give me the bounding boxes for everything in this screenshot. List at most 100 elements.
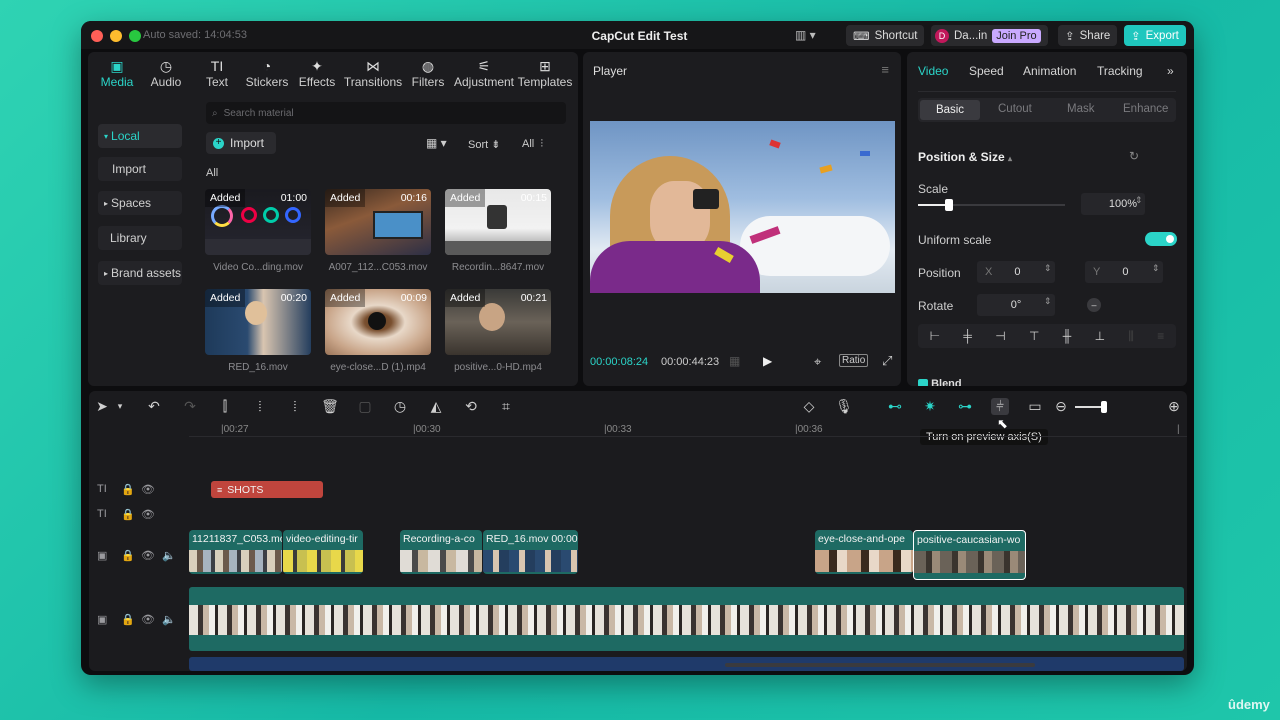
video-clip[interactable]: video-editing-tir: [283, 530, 363, 574]
chevrons-right-icon[interactable]: »: [1167, 64, 1174, 78]
subtab-mask[interactable]: Mask: [1067, 103, 1094, 115]
tab-transitions[interactable]: ⋈ Transitions: [342, 52, 404, 96]
align-center-h-icon[interactable]: ╪: [963, 329, 972, 343]
eye-icon[interactable]: 👁: [141, 483, 155, 496]
split-left-icon[interactable]: ⦙: [251, 398, 269, 415]
select-tool-icon[interactable]: ➤: [93, 398, 111, 415]
sidebar-item-library[interactable]: Library: [98, 226, 182, 250]
subtab-enhance[interactable]: Enhance: [1123, 103, 1168, 115]
main-track-magnet-icon[interactable]: ⊷: [886, 398, 904, 415]
tab-text[interactable]: TI Text: [192, 52, 242, 96]
sidebar-item-spaces[interactable]: ▸ Spaces: [98, 191, 182, 215]
filter-all-button[interactable]: All ⫶: [522, 138, 543, 151]
eye-icon[interactable]: 👁: [141, 613, 155, 626]
media-item[interactable]: Added 00:15: [445, 189, 551, 255]
lock-icon[interactable]: 🔒: [121, 483, 135, 496]
stepper-icon[interactable]: ⇕: [1152, 263, 1160, 274]
tab-animation[interactable]: Animation: [1023, 64, 1076, 78]
uniform-scale-toggle[interactable]: [1145, 232, 1177, 246]
microphone-icon[interactable]: 🎙: [835, 398, 853, 415]
grid-icon[interactable]: ▦: [729, 354, 740, 368]
share-button[interactable]: ⇪ Share: [1058, 25, 1118, 46]
media-item[interactable]: Added 01:00: [205, 189, 311, 255]
shortcut-button[interactable]: ⌨ Shortcut: [846, 25, 925, 46]
split-icon[interactable]: ⫿: [216, 398, 234, 415]
join-pro-badge[interactable]: Join Pro: [992, 28, 1041, 43]
zoom-out-icon[interactable]: ⊖: [1052, 398, 1070, 415]
preview-axis-icon[interactable]: ⫩: [991, 398, 1009, 415]
chevron-down-icon[interactable]: ▾: [111, 401, 129, 412]
reset-icon[interactable]: ↻: [1129, 149, 1139, 163]
video-clip[interactable]: eye-close-and-ope: [815, 530, 913, 574]
align-bottom-icon[interactable]: ⊥: [1095, 329, 1105, 343]
stepper-icon[interactable]: ⇕: [1135, 195, 1143, 206]
align-top-icon[interactable]: ⊤: [1029, 329, 1039, 343]
eye-icon[interactable]: 👁: [141, 549, 155, 562]
media-item[interactable]: Added 00:20: [205, 289, 311, 355]
subtab-basic[interactable]: Basic: [920, 100, 980, 120]
eye-icon[interactable]: 👁: [141, 508, 155, 521]
tab-filters[interactable]: ◍ Filters: [404, 52, 452, 96]
zoom-in-icon[interactable]: ⊕: [1165, 398, 1183, 415]
zoom-slider[interactable]: [1075, 401, 1107, 413]
import-button[interactable]: + Import: [206, 132, 276, 154]
keyframe-icon[interactable]: ◇: [800, 398, 818, 415]
zoom-slider-handle[interactable]: [1101, 401, 1107, 413]
distribute-v-icon[interactable]: ≡: [1157, 329, 1164, 343]
speed-icon[interactable]: ◷: [391, 398, 409, 415]
menu-icon[interactable]: ≡: [881, 62, 889, 77]
tab-video[interactable]: Video: [918, 64, 948, 78]
scale-slider-handle[interactable]: [945, 199, 953, 211]
crop-icon[interactable]: ⌗: [497, 398, 515, 415]
scale-slider[interactable]: [918, 199, 1065, 211]
layout-icon[interactable]: ▥ ▾: [795, 28, 816, 42]
video-clip[interactable]: RED_16.mov 00:00:: [483, 530, 578, 574]
sort-button[interactable]: Sort ⇟: [468, 138, 500, 151]
freeze-icon[interactable]: ▢: [356, 398, 374, 415]
tab-adjustment[interactable]: ⚟ Adjustment: [452, 52, 516, 96]
time-ruler[interactable]: |00:27 |00:30 |00:33 |00:36 |: [189, 421, 1187, 437]
search-input[interactable]: ⌕ Search material: [206, 102, 566, 124]
speaker-icon[interactable]: 🔈: [162, 549, 176, 562]
align-center-v-icon[interactable]: ╫: [1063, 329, 1072, 343]
auto-snapping-icon[interactable]: ✷: [921, 398, 939, 415]
align-right-icon[interactable]: ⊣: [995, 329, 1005, 343]
rotate-dial[interactable]: –: [1087, 298, 1101, 312]
stepper-icon[interactable]: ⇕: [1044, 296, 1052, 307]
delete-icon[interactable]: 🗑: [321, 398, 339, 415]
redo-icon[interactable]: ↷: [181, 398, 199, 415]
speaker-icon[interactable]: 🔈: [162, 613, 176, 626]
media-item[interactable]: Added 00:09: [325, 289, 431, 355]
export-button[interactable]: ⇪ Export: [1124, 25, 1186, 46]
tab-audio[interactable]: ◷ Audio: [140, 52, 192, 96]
lock-icon[interactable]: 🔒: [121, 613, 135, 626]
stepper-icon[interactable]: ⇕: [1044, 263, 1052, 274]
mirror-icon[interactable]: ◭: [427, 398, 445, 415]
preview-video[interactable]: [590, 121, 895, 293]
tab-stickers[interactable]: ◔ Stickers: [242, 52, 292, 96]
sidebar-item-brand-assets[interactable]: ▸ Brand assets: [98, 261, 182, 285]
blend-section[interactable]: Blend: [918, 378, 962, 386]
sidebar-item-import[interactable]: Import: [98, 157, 182, 181]
lock-icon[interactable]: 🔒: [121, 549, 135, 562]
rotate-icon[interactable]: ⟲: [462, 398, 480, 415]
fullscreen-crop-icon[interactable]: ⌖: [814, 354, 821, 370]
play-icon[interactable]: ▶: [763, 354, 772, 368]
split-right-icon[interactable]: ⦙: [286, 398, 304, 415]
account-button[interactable]: D Da...in Join Pro: [931, 25, 1048, 46]
tab-templates[interactable]: ⊞ Templates: [516, 52, 574, 96]
horizontal-scrollbar[interactable]: [725, 663, 1035, 667]
main-video-track-clip[interactable]: [189, 587, 1184, 651]
grid-view-icon[interactable]: ▦ ▾: [426, 136, 447, 150]
distribute-h-icon[interactable]: ⫼: [1128, 329, 1134, 344]
align-left-icon[interactable]: ⊢: [930, 329, 940, 343]
video-clip-selected[interactable]: positive-caucasian-wo: [913, 530, 1026, 580]
undo-icon[interactable]: ↶: [145, 398, 163, 415]
tab-media[interactable]: ▣ Media: [94, 52, 140, 96]
expand-icon[interactable]: ⤢: [882, 353, 892, 369]
subtab-cutout[interactable]: Cutout: [998, 103, 1032, 115]
lock-icon[interactable]: 🔒: [121, 508, 135, 521]
video-clip[interactable]: Recording-a-co: [400, 530, 482, 574]
sidebar-item-local[interactable]: ▾ Local: [98, 124, 182, 148]
ratio-button[interactable]: Ratio: [839, 354, 869, 367]
